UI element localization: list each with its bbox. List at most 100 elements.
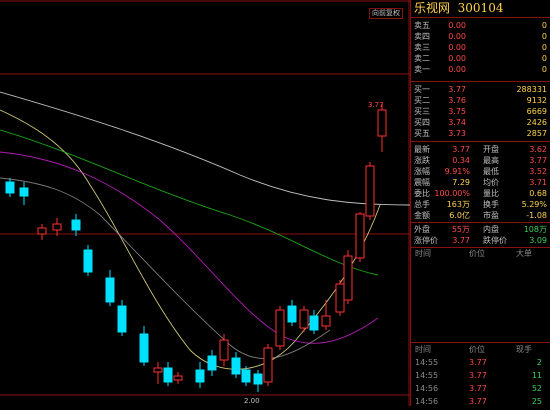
ask-row[interactable]: 卖一 0.00 0: [411, 64, 550, 75]
candle-body: [71, 219, 81, 231]
stat-value: -1.08: [526, 211, 547, 220]
candle-body: [241, 369, 251, 383]
candle-body: [343, 255, 353, 301]
ask-price: 0.00: [448, 65, 466, 74]
stat-label: 开盘: [483, 145, 499, 154]
bid-vol: 2857: [526, 129, 547, 138]
tick-vol: 52: [531, 384, 542, 393]
kline-chart[interactable]: 3.77 2.00 向前复权: [0, 0, 411, 406]
forward-adjust-button[interactable]: 向前复权: [369, 8, 403, 19]
ask-label: 卖三: [414, 43, 430, 52]
inner-value: 108万: [523, 225, 547, 234]
quote-stats: 最新 3.77 开盘 3.62 涨跌 0.34 最高 3.77 涨幅 9.91% 最低 3.52 …: [411, 141, 550, 222]
ask-label: 卖四: [414, 32, 430, 41]
candle-body: [195, 369, 205, 383]
tick-time: 14:56: [415, 384, 439, 393]
stat-label: 市盈: [483, 211, 499, 220]
outer-inner-row: 外盘 55万 内盘 108万: [411, 224, 550, 235]
stock-header: 乐视网 300104: [411, 0, 550, 18]
bid-row[interactable]: 买一 3.77 288331: [411, 84, 550, 95]
bid-book: 买一 3.77 288331 买二 3.76 9132 买三 3.75 6669 买四 3.7…: [411, 81, 550, 141]
stat-label: 最高: [483, 156, 499, 165]
stat-row: 震幅 7.29 均价 3.71: [411, 177, 550, 188]
col-price: 价位: [469, 345, 485, 354]
tick-list[interactable]: 时间 价位 现手 14:55 3.77 2 14:55 3.77 11 14:56 3.7…: [411, 342, 550, 408]
tick-price: 3.77: [469, 384, 487, 393]
bid-row[interactable]: 买三 3.75 6669: [411, 106, 550, 117]
ask-price: 0.00: [448, 43, 466, 52]
stat-value: 3.62: [529, 145, 547, 154]
stock-code: 300104: [457, 1, 504, 15]
high-price-label: 3.77: [368, 101, 384, 109]
bid-row[interactable]: 买四 3.74 2426: [411, 117, 550, 128]
tick-time: 14:55: [415, 358, 439, 367]
stat-value: 6.0亿: [449, 211, 470, 220]
stat-label: 换手: [483, 200, 499, 209]
bid-vol: 288331: [516, 85, 547, 94]
candle-body: [287, 305, 297, 323]
bid-row[interactable]: 买二 3.76 9132: [411, 95, 550, 106]
tick-row[interactable]: 14:55 3.77 11: [411, 369, 550, 382]
candle-body: [139, 333, 149, 363]
candle-body: [117, 305, 127, 333]
bid-label: 买一: [414, 85, 430, 94]
candle-body: [19, 187, 29, 197]
big-order-list[interactable]: 时间 价位 大单: [411, 247, 550, 342]
ask-label: 卖二: [414, 54, 430, 63]
candle-body: [275, 309, 285, 347]
bid-price: 3.77: [448, 85, 466, 94]
bid-price: 3.73: [448, 129, 466, 138]
stock-name: 乐视网: [414, 1, 451, 15]
kline-svg[interactable]: 3.77 2.00: [0, 0, 411, 406]
candle-body: [163, 367, 173, 383]
stat-row: 委比 100.00% 量比 0.68: [411, 188, 550, 199]
ask-price: 0.00: [448, 54, 466, 63]
ask-vol: 0: [541, 43, 547, 52]
ask-row[interactable]: 卖五 0.00 0: [411, 20, 550, 31]
candle-body: [299, 309, 309, 329]
tick-time: 14:55: [415, 371, 439, 380]
limit-up-value: 3.77: [452, 236, 470, 245]
stat-label: 最新: [414, 145, 430, 154]
stat-value: 3.77: [452, 145, 470, 154]
candle-body: [5, 181, 15, 194]
low-price-label: 2.00: [244, 397, 260, 405]
ask-row[interactable]: 卖三 0.00 0: [411, 42, 550, 53]
bid-label: 买二: [414, 96, 430, 105]
tick-price: 3.77: [469, 371, 487, 380]
stat-value: 7.29: [452, 178, 470, 187]
stat-label: 最低: [483, 167, 499, 176]
ask-vol: 0: [541, 65, 547, 74]
stat-label: 涨跌: [414, 156, 430, 165]
stat-label: 金额: [414, 211, 430, 220]
stat-row: 金额 6.0亿 市盈 -1.08: [411, 210, 550, 221]
col-big-order: 大单: [516, 249, 532, 258]
tick-time: 14:56: [415, 397, 439, 406]
bid-vol: 6669: [526, 107, 547, 116]
ask-vol: 0: [541, 21, 547, 30]
tick-row[interactable]: 14:56 3.77 25: [411, 395, 550, 408]
bid-label: 买五: [414, 129, 430, 138]
bid-price: 3.76: [448, 96, 466, 105]
outer-value: 55万: [451, 225, 470, 234]
stat-label: 委比: [414, 189, 430, 198]
col-time: 时间: [415, 249, 431, 258]
ask-vol: 0: [541, 54, 547, 63]
ask-row[interactable]: 卖二 0.00 0: [411, 53, 550, 64]
bid-label: 买四: [414, 118, 430, 127]
volume-split: 外盘 55万 内盘 108万 涨停价 3.77 跌停价 3.09: [411, 222, 550, 247]
bid-vol: 9132: [526, 96, 547, 105]
candle-body: [52, 223, 62, 231]
ask-label: 卖一: [414, 65, 430, 74]
bid-row[interactable]: 买五 3.73 2857: [411, 128, 550, 139]
tick-row[interactable]: 14:55 3.77 2: [411, 356, 550, 369]
stat-row: 最新 3.77 开盘 3.62: [411, 144, 550, 155]
ask-row[interactable]: 卖四 0.00 0: [411, 31, 550, 42]
candle-body: [377, 109, 387, 137]
tick-price: 3.77: [469, 358, 487, 367]
candle-body: [105, 277, 115, 303]
stat-value: 3.52: [529, 167, 547, 176]
col-time: 时间: [415, 345, 431, 354]
stock-title: 乐视网 300104: [414, 0, 503, 16]
tick-row[interactable]: 14:56 3.77 52: [411, 382, 550, 395]
